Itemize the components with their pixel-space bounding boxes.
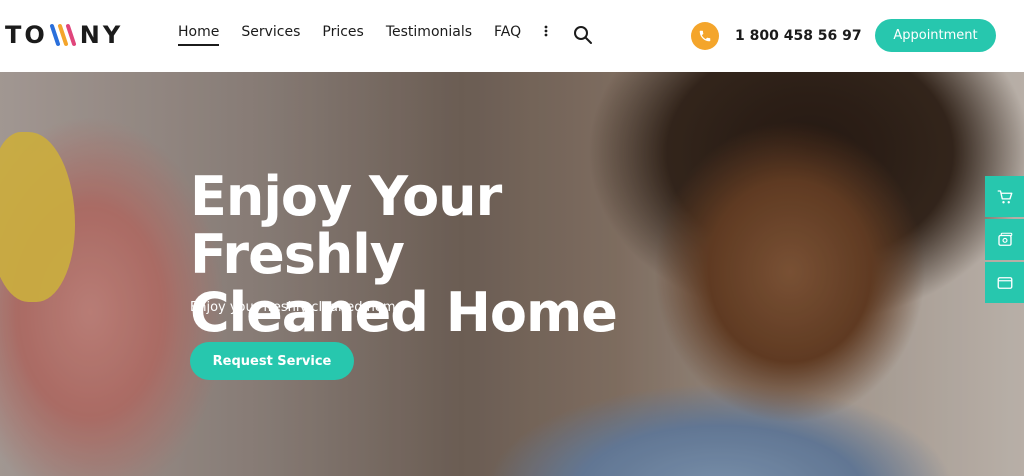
nav-item-services[interactable]: Services [241, 24, 300, 40]
hero-subtitle: Enjoy your freshly cleaned home [190, 300, 404, 315]
window-icon[interactable] [985, 262, 1024, 303]
hero-title-line-1: Enjoy Your Freshly [190, 165, 502, 286]
hero-banner: Enjoy Your Freshly Cleaned Home Enjoy yo… [0, 72, 1024, 476]
logo-text-left: TO [5, 21, 48, 49]
nav-item-faq[interactable]: FAQ [494, 24, 521, 40]
site-header: TO NY Home Services Prices Testimonials … [0, 0, 1024, 72]
search-icon[interactable] [572, 24, 594, 46]
phone-icon[interactable] [691, 22, 719, 50]
request-service-button[interactable]: Request Service [190, 342, 354, 380]
appointment-button[interactable]: Appointment [875, 19, 996, 52]
main-nav: Home Services Prices Testimonials FAQ [178, 24, 551, 46]
nav-item-testimonials[interactable]: Testimonials [386, 24, 472, 40]
nav-item-home[interactable]: Home [178, 24, 220, 46]
gallery-icon[interactable] [985, 219, 1024, 260]
more-vertical-icon[interactable] [541, 24, 551, 40]
nav-item-prices[interactable]: Prices [322, 24, 363, 40]
logo[interactable]: TO NY [5, 20, 123, 50]
hero-title: Enjoy Your Freshly Cleaned Home [190, 168, 710, 342]
w-stripes-icon [49, 24, 76, 46]
logo-text-right: NY [79, 21, 124, 49]
phone-number[interactable]: 1 800 458 56 97 [735, 28, 862, 44]
cart-icon[interactable] [985, 176, 1024, 217]
side-toolbar [985, 176, 1024, 303]
